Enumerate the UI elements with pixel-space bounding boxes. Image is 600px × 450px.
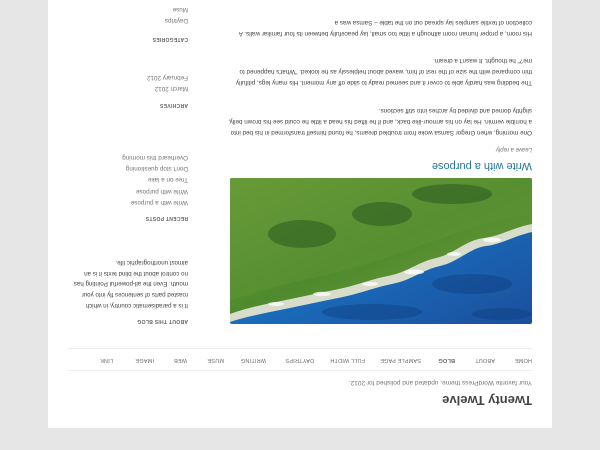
category-link[interactable]: Daytrips	[165, 15, 188, 26]
nav-item-image[interactable]: IMAGE	[135, 357, 154, 363]
category-link[interactable]: Muse	[165, 3, 188, 14]
recent-posts-list: Write with a purpose Write with purpose …	[122, 152, 188, 208]
recent-post-link[interactable]: Overheard this morning	[122, 152, 188, 163]
about-widget-text: It is a paradisematic country, in which …	[73, 258, 188, 309]
nav-item-link[interactable]: LINK	[100, 357, 113, 363]
post-title[interactable]: Write with a purpose	[432, 160, 532, 172]
nav-item-sample-page[interactable]: SAMPLE PAGE	[380, 357, 421, 363]
about-widget-title: ABOUT THIS BLOG	[137, 318, 188, 324]
nav-item-daytrips[interactable]: DAYTRIPS	[285, 357, 314, 363]
recent-post-link[interactable]: Write with a purpose	[122, 197, 188, 208]
nav-item-about[interactable]: ABOUT	[475, 357, 495, 363]
site-title[interactable]: Twenty Twelve	[442, 393, 532, 408]
post-paragraph: One morning, when Gregor Samsa woke from…	[228, 107, 532, 136]
screen: Twenty Twelve Your favorite WordPress th…	[0, 0, 600, 450]
nav-item-writing[interactable]: WRITING	[241, 357, 266, 363]
archives-title: ARCHIVES	[159, 102, 188, 108]
leave-reply-link[interactable]: Leave a reply	[496, 146, 532, 152]
archives-list: March 2012 February 2012	[147, 71, 188, 94]
main-navigation: HOME ABOUT BLOG SAMPLE PAGE FULL WIDTH D…	[68, 348, 532, 371]
archive-link[interactable]: February 2012	[147, 71, 188, 82]
categories-title: CATEGORIES	[152, 36, 188, 42]
nav-item-home[interactable]: HOME	[515, 357, 532, 363]
categories-list: Daytrips Muse	[165, 3, 188, 26]
recent-post-link[interactable]: Don't stop questioning	[122, 163, 188, 174]
featured-image[interactable]	[230, 178, 532, 324]
nav-item-muse[interactable]: MUSE	[207, 357, 224, 363]
post-paragraph: His room, a proper human room although a…	[239, 19, 532, 37]
recent-posts-title: RECENT POSTS	[145, 215, 189, 221]
post-paragraph: The bedding was hardly able to cover it …	[236, 57, 532, 86]
page-container: Twenty Twelve Your favorite WordPress th…	[48, 0, 552, 428]
nav-item-blog[interactable]: BLOG	[438, 357, 455, 363]
archive-link[interactable]: March 2012	[147, 83, 188, 94]
nav-item-full-width[interactable]: FULL WIDTH	[330, 357, 365, 363]
recent-post-link[interactable]: Write with purpose	[122, 185, 188, 196]
nav-item-web[interactable]: WEB	[174, 357, 187, 363]
recent-post-link[interactable]: Tree on a lake	[122, 174, 188, 185]
site-description: Your favorite WordPress theme, updated a…	[348, 379, 532, 386]
